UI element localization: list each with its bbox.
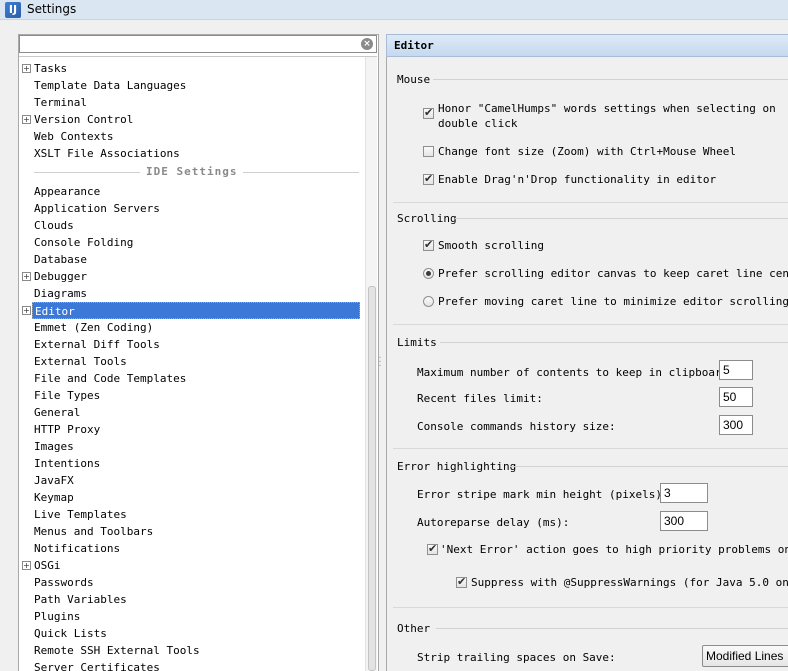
expand-icon[interactable]: + <box>22 115 31 124</box>
camel-humps-checkbox[interactable] <box>423 106 434 119</box>
move-caret-radio[interactable] <box>423 296 434 307</box>
console-history-label: Console commands history size: <box>417 420 616 433</box>
tree-item-editor[interactable]: Editor <box>32 302 360 319</box>
tree-item-application-servers[interactable]: Application Servers <box>34 200 160 217</box>
other-group-line <box>436 628 788 629</box>
drag-n-drop-label: Enable Drag'n'Drop functionality in edit… <box>438 173 717 186</box>
tree-item-emmet-zen-coding[interactable]: Emmet (Zen Coding) <box>34 319 153 336</box>
strip-spaces-dropdown[interactable]: Modified Lines <box>702 645 788 667</box>
tree-item-diagrams[interactable]: Diagrams <box>34 285 87 302</box>
next-error-label: 'Next Error' action goes to high priorit… <box>440 543 788 556</box>
panel-header: Editor <box>386 34 788 57</box>
strip-spaces-label: Strip trailing spaces on Save: <box>417 651 616 664</box>
window-title: Settings <box>27 2 77 16</box>
scrolling-group-line <box>455 218 788 219</box>
scroll-canvas-radio[interactable] <box>423 268 434 279</box>
error-stripe-input[interactable]: 3 <box>660 483 708 503</box>
tree-item-xslt-file-associations[interactable]: XSLT File Associations <box>34 145 180 162</box>
console-history-input[interactable]: 300 <box>719 415 753 435</box>
error-highlighting-group-line <box>510 466 788 467</box>
tree-item-javafx[interactable]: JavaFX <box>34 472 74 489</box>
drag-n-drop-checkbox[interactable] <box>423 172 434 185</box>
tree-item-server-certificates[interactable]: Server Certificates <box>34 659 160 671</box>
tree-item-terminal[interactable]: Terminal <box>34 94 87 111</box>
tree-item-file-and-code-templates[interactable]: File and Code Templates <box>34 370 186 387</box>
expand-icon[interactable]: + <box>22 272 31 281</box>
autoreparse-label: Autoreparse delay (ms): <box>417 516 570 529</box>
recent-files-label: Recent files limit: <box>417 392 543 405</box>
tree-item-http-proxy[interactable]: HTTP Proxy <box>34 421 100 438</box>
tree-item-external-tools[interactable]: External Tools <box>34 353 127 370</box>
tree-item-template-data-languages[interactable]: Template Data Languages <box>34 77 186 94</box>
tree-item-intentions[interactable]: Intentions <box>34 455 100 472</box>
camel-humps-label-1: Honor "CamelHumps" words settings when s… <box>438 102 776 115</box>
clipboard-limit-input[interactable]: 5 <box>719 360 753 380</box>
tree-item-external-diff-tools[interactable]: External Diff Tools <box>34 336 160 353</box>
error-stripe-label: Error stripe mark min height (pixels): <box>417 488 669 501</box>
tree-item-version-control[interactable]: Version Control <box>34 111 133 128</box>
tree-item-menus-and-toolbars[interactable]: Menus and Toolbars <box>34 523 153 540</box>
next-error-checkbox[interactable] <box>427 542 438 555</box>
search-input[interactable]: × <box>19 35 377 53</box>
smooth-scrolling-checkbox[interactable] <box>423 238 434 251</box>
title-bar: IJ Settings <box>0 0 788 20</box>
mouse-group-title: Mouse <box>397 73 431 86</box>
suppress-warnings-checkbox[interactable] <box>456 575 467 588</box>
limits-group-border <box>393 448 788 449</box>
tree-item-debugger[interactable]: Debugger <box>34 268 87 285</box>
tree-item-database[interactable]: Database <box>34 251 87 268</box>
intellij-app-icon: IJ <box>5 2 21 18</box>
tree-scrollbar-thumb[interactable] <box>368 286 376 671</box>
tree-scrollbar[interactable] <box>365 57 377 671</box>
tree-item-plugins[interactable]: Plugins <box>34 608 80 625</box>
expand-icon[interactable]: + <box>22 561 31 570</box>
tree-item-passwords[interactable]: Passwords <box>34 574 94 591</box>
camel-humps-label-2: double click <box>438 117 518 130</box>
tree-item-images[interactable]: Images <box>34 438 74 455</box>
move-caret-label: Prefer moving caret line to minimize edi… <box>438 295 788 308</box>
tree-item-clouds[interactable]: Clouds <box>34 217 74 234</box>
tree-item-console-folding[interactable]: Console Folding <box>34 234 133 251</box>
panel-title: Editor <box>394 39 434 52</box>
tree-item-general[interactable]: General <box>34 404 80 421</box>
splitter-handle[interactable]: · · · <box>377 354 383 370</box>
expand-icon[interactable]: + <box>22 306 31 315</box>
ide-settings-label: IDE Settings <box>140 165 244 178</box>
smooth-scrolling-label: Smooth scrolling <box>438 239 544 252</box>
tree-item-live-templates[interactable]: Live Templates <box>34 506 127 523</box>
tree-item-tasks[interactable]: Tasks <box>34 60 67 77</box>
search-divider <box>19 56 377 57</box>
other-group-title: Other <box>397 622 431 635</box>
tree-item-quick-lists[interactable]: Quick Lists <box>34 625 107 642</box>
mouse-group-border <box>393 202 788 203</box>
mouse-group-line <box>433 79 788 80</box>
scroll-canvas-label: Prefer scrolling editor canvas to keep c… <box>438 267 788 280</box>
error-highlighting-group-title: Error highlighting <box>397 460 517 473</box>
scrolling-group-border <box>393 324 788 325</box>
suppress-warnings-label: Suppress with @SuppressWarnings (for Jav… <box>471 576 788 589</box>
limits-group-line <box>440 342 788 343</box>
tree-item-keymap[interactable]: Keymap <box>34 489 74 506</box>
autoreparse-input[interactable]: 300 <box>660 511 708 531</box>
expand-icon[interactable]: + <box>22 64 31 73</box>
scrolling-group-title: Scrolling <box>397 212 457 225</box>
clear-icon[interactable]: × <box>361 38 373 50</box>
tree-item-appearance[interactable]: Appearance <box>34 183 100 200</box>
zoom-label: Change font size (Zoom) with Ctrl+Mouse … <box>438 145 737 158</box>
tree-item-path-variables[interactable]: Path Variables <box>34 591 127 608</box>
tree-item-web-contexts[interactable]: Web Contexts <box>34 128 113 145</box>
recent-files-input[interactable]: 50 <box>719 387 753 407</box>
tree-item-remote-ssh-external-tools[interactable]: Remote SSH External Tools <box>34 642 200 659</box>
tree-item-osgi[interactable]: OSGi <box>34 557 61 574</box>
tree-item-file-types[interactable]: File Types <box>34 387 100 404</box>
limits-group-title: Limits <box>397 336 437 349</box>
error-highlighting-group-border <box>393 607 788 608</box>
clipboard-limit-label: Maximum number of contents to keep in cl… <box>417 366 735 379</box>
tree-item-notifications[interactable]: Notifications <box>34 540 120 557</box>
zoom-checkbox[interactable] <box>423 146 434 157</box>
